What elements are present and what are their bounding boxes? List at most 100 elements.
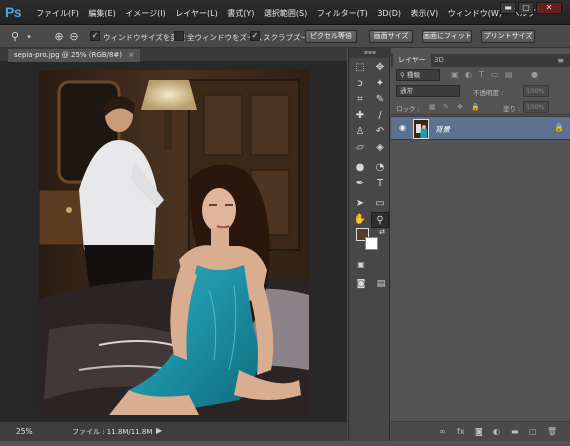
crop-tool-icon[interactable]: ⌗ [351, 92, 369, 108]
menu-image[interactable]: イメージ(I) [125, 8, 165, 19]
adjustment-filter-icon[interactable]: ◐ [465, 70, 472, 79]
layer-lock-icon: 🔒 [554, 123, 564, 132]
group-icon[interactable]: ▬ [511, 427, 519, 436]
options-bar: ⚲ ▾ ⊕ ⊖ ✓ ウィンドウサイズを変更 全ウィンドウをズーム ✓ スクラブズ… [0, 26, 570, 48]
smart-object-filter-icon[interactable]: ▤ [505, 70, 513, 79]
shape-tool-icon[interactable]: ▭ [371, 196, 389, 212]
brush-tool-icon[interactable]: ∕ [371, 108, 389, 124]
fill-label: 塗り : [503, 105, 521, 113]
screen-mode-icon[interactable]: ▤ [372, 276, 390, 292]
photo-canvas[interactable] [39, 70, 309, 415]
panel-menu-icon[interactable]: ≡ [557, 54, 564, 67]
document-area[interactable] [0, 62, 347, 421]
visibility-eye-icon[interactable]: ◉ [399, 123, 406, 132]
fit-screen-button[interactable]: 画面サイズ [369, 30, 413, 43]
minimize-button[interactable]: ▬ [500, 2, 516, 14]
magic-wand-tool-icon[interactable]: ✦ [371, 76, 389, 92]
menu-filter[interactable]: フィルター(T) [317, 8, 368, 19]
menu-view[interactable]: 表示(V) [411, 8, 439, 19]
scrubby-zoom-checkbox[interactable]: ✓ [250, 31, 260, 41]
layer-name[interactable]: 背景 [435, 124, 450, 135]
marquee-tool-icon[interactable]: ⬚ [351, 60, 369, 76]
dodge-tool-icon[interactable]: ◔ [371, 160, 389, 176]
window-controls: ▬ ▢ ✕ [500, 2, 562, 16]
zoom-all-windows-checkbox[interactable] [174, 31, 184, 41]
actual-pixels-button[interactable]: ピクセル等倍 [305, 30, 357, 43]
menu-window[interactable]: ウィンドウ(W) [448, 8, 502, 19]
eraser-tool-icon[interactable]: ▱ [351, 140, 369, 156]
new-layer-icon[interactable]: ▢ [529, 427, 537, 436]
blend-row: 通常 不透明度 : 100% [391, 84, 570, 99]
menu-type[interactable]: 書式(Y) [227, 8, 254, 19]
pen-tool-icon[interactable]: ✒ [351, 176, 369, 192]
stamp-tool-icon[interactable]: ♙ [351, 124, 369, 140]
blend-mode-select[interactable]: 通常 [396, 85, 460, 97]
resize-windows-label: ウィンドウサイズを変更 [103, 33, 186, 42]
layer-row-background[interactable]: ◉ 背景 🔒 [391, 116, 570, 140]
zoom-tool-icon[interactable]: ⚲ [8, 30, 22, 44]
paint-bucket-tool-icon[interactable]: ◈ [371, 140, 389, 156]
blur-tool-icon[interactable]: ● [351, 160, 369, 176]
menu-edit[interactable]: 編集(E) [88, 8, 115, 19]
path-select-tool-icon[interactable]: ➤ [351, 196, 369, 212]
close-tab-icon[interactable]: × [128, 51, 134, 59]
type-tool-icon[interactable]: T [371, 176, 389, 192]
adjustment-icon[interactable]: ◐ [493, 427, 500, 436]
file-info: ファイル : 11.8M/11.8M [72, 428, 153, 436]
shape-filter-icon[interactable]: ▭ [491, 70, 499, 79]
document-tab-title: sepia-pro.jpg @ 25% (RGB/8#) [14, 51, 123, 59]
tab-3d[interactable]: 3D [429, 54, 449, 67]
menu-file[interactable]: ファイル(F) [36, 8, 79, 19]
status-bar: 25% ファイル : 11.8M/11.8M ▶ [0, 421, 347, 441]
fill-input[interactable]: 100% [523, 101, 549, 113]
type-filter-icon[interactable]: T [479, 70, 484, 79]
fx-icon[interactable]: fx [457, 427, 465, 436]
layer-filter-select[interactable]: ⚲ 種類 [396, 69, 440, 81]
menu-3d[interactable]: 3D(D) [377, 9, 401, 18]
menu-items: ファイル(F) 編集(E) イメージ(I) レイヤー(L) 書式(Y) 選択範囲… [36, 8, 543, 19]
quick-mask-icon[interactable]: ◙ [352, 276, 370, 292]
document-tab[interactable]: sepia-pro.jpg @ 25% (RGB/8#) × [8, 49, 141, 62]
tool-preset-dropdown-icon[interactable]: ▾ [22, 30, 36, 44]
menu-select[interactable]: 選択範囲(S) [264, 8, 307, 19]
fill-screen-button[interactable]: 画面にフィット [422, 30, 472, 43]
lock-all-icon[interactable]: 🔒 [471, 103, 480, 111]
pixel-filter-icon[interactable]: ▣ [451, 70, 459, 79]
move-tool-icon[interactable]: ✥ [371, 60, 389, 76]
photoshop-window: Ps ファイル(F) 編集(E) イメージ(I) レイヤー(L) 書式(Y) 選… [0, 0, 570, 446]
eyedropper-tool-icon[interactable]: ✎ [371, 92, 389, 108]
lasso-tool-icon[interactable]: ↄ [351, 76, 369, 92]
layers-panel: レイヤー 3D ≡ ⚲ 種類 ▣ ◐ T ▭ ▤ ● 通常 不透明度 : 100… [391, 48, 570, 441]
tab-layers[interactable]: レイヤー [393, 54, 431, 67]
healing-tool-icon[interactable]: ✚ [351, 108, 369, 124]
status-menu-arrow-icon[interactable]: ▶ [156, 426, 162, 435]
zoom-level[interactable]: 25% [16, 427, 33, 436]
menu-layer[interactable]: レイヤー(L) [175, 8, 217, 19]
layers-panel-tabs: レイヤー 3D ≡ [391, 54, 570, 67]
link-icon[interactable]: ∞ [439, 427, 446, 436]
hand-tool-icon[interactable]: ✋ [351, 212, 369, 228]
filter-toggle-icon[interactable]: ● [531, 70, 538, 79]
maximize-button[interactable]: ▢ [518, 2, 534, 14]
resize-windows-checkbox[interactable]: ✓ [90, 31, 100, 41]
lock-pixels-icon[interactable]: ✎ [443, 103, 449, 111]
default-colors-icon[interactable]: ▣ [352, 257, 370, 273]
opacity-label: 不透明度 : [473, 89, 504, 97]
history-brush-tool-icon[interactable]: ↶ [371, 124, 389, 140]
zoom-out-icon[interactable]: ⊖ [67, 30, 81, 44]
trash-icon[interactable]: 🗑 [547, 427, 557, 436]
lock-transparent-icon[interactable]: ▦ [429, 103, 436, 111]
close-button[interactable]: ✕ [536, 2, 562, 14]
tools-grip[interactable]: ▪▪▪ [349, 48, 391, 58]
photo-image [39, 70, 309, 415]
layer-thumbnail-image [414, 120, 428, 138]
document-tab-bar: sepia-pro.jpg @ 25% (RGB/8#) × [0, 48, 347, 62]
lock-row: ロック : ▦ ✎ ✥ 🔒 塗り : 100% [391, 100, 570, 115]
lock-label: ロック : [396, 105, 420, 113]
mask-icon[interactable]: ◙ [475, 427, 483, 436]
zoom-tool-icon[interactable]: ⚲ [371, 212, 389, 228]
print-size-button[interactable]: プリントサイズ [481, 30, 535, 43]
opacity-input[interactable]: 100% [523, 85, 549, 97]
zoom-in-icon[interactable]: ⊕ [52, 30, 66, 44]
lock-position-icon[interactable]: ✥ [457, 103, 463, 111]
